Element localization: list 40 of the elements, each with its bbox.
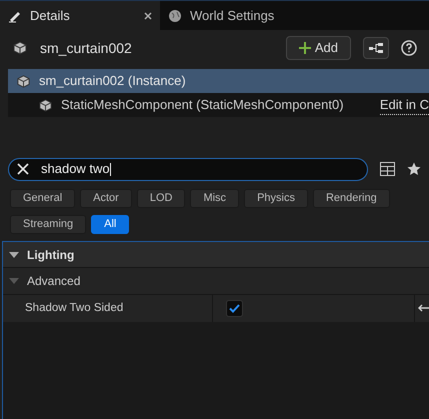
tab[interactable]: Details [0, 1, 160, 30]
tab-label: Details [30, 6, 71, 25]
table-icon[interactable] [380, 162, 395, 176]
category-label: Lighting [27, 246, 74, 264]
clear-icon[interactable] [17, 163, 29, 175]
filter-button[interactable]: Physics [244, 189, 308, 208]
filter-button[interactable]: General [10, 189, 76, 208]
search-field[interactable]: shadow two [8, 158, 368, 180]
subcategory-label: Advanced [27, 273, 80, 290]
property-label: Shadow Two Sided [25, 300, 124, 316]
cube-icon [16, 74, 31, 88]
filter-button[interactable]: LOD [136, 189, 186, 208]
component-row[interactable]: sm_curtain002 (Instance) [8, 69, 429, 93]
plus-icon [298, 42, 311, 54]
cube-icon [38, 98, 53, 112]
tab[interactable]: World Settings [160, 1, 282, 30]
actor-title: sm_curtain002 [40, 38, 133, 58]
tab-label: World Settings [190, 6, 274, 25]
edit-link[interactable]: Edit in C [380, 94, 429, 116]
filter-button[interactable]: Misc [190, 189, 240, 208]
star-icon[interactable] [407, 162, 421, 176]
hierarchy-icon [369, 42, 383, 54]
category-header[interactable]: Lighting [3, 242, 429, 268]
checkmark-icon [229, 304, 240, 313]
component-row[interactable]: StaticMeshComponent (StaticMeshComponent0) Edit in C [8, 93, 429, 117]
cube-icon [12, 40, 28, 56]
subcategory-header[interactable]: Advanced [3, 268, 429, 295]
help-icon[interactable] [401, 40, 417, 56]
hierarchy-button[interactable] [363, 37, 389, 59]
close-icon[interactable] [144, 12, 152, 20]
globe-icon [168, 8, 182, 22]
add-button[interactable]: Add [286, 36, 351, 60]
filter-button[interactable]: Rendering [312, 189, 390, 208]
checkbox[interactable] [226, 300, 243, 317]
filter-button[interactable]: Actor [80, 189, 132, 208]
component-label: StaticMeshComponent (StaticMeshComponent0) [61, 96, 345, 114]
filter-button[interactable]: Streaming [10, 215, 86, 234]
filter-button[interactable]: All [91, 215, 130, 234]
component-label: sm_curtain002 (Instance) [39, 72, 186, 90]
reset-arrow-icon[interactable] [418, 304, 429, 313]
